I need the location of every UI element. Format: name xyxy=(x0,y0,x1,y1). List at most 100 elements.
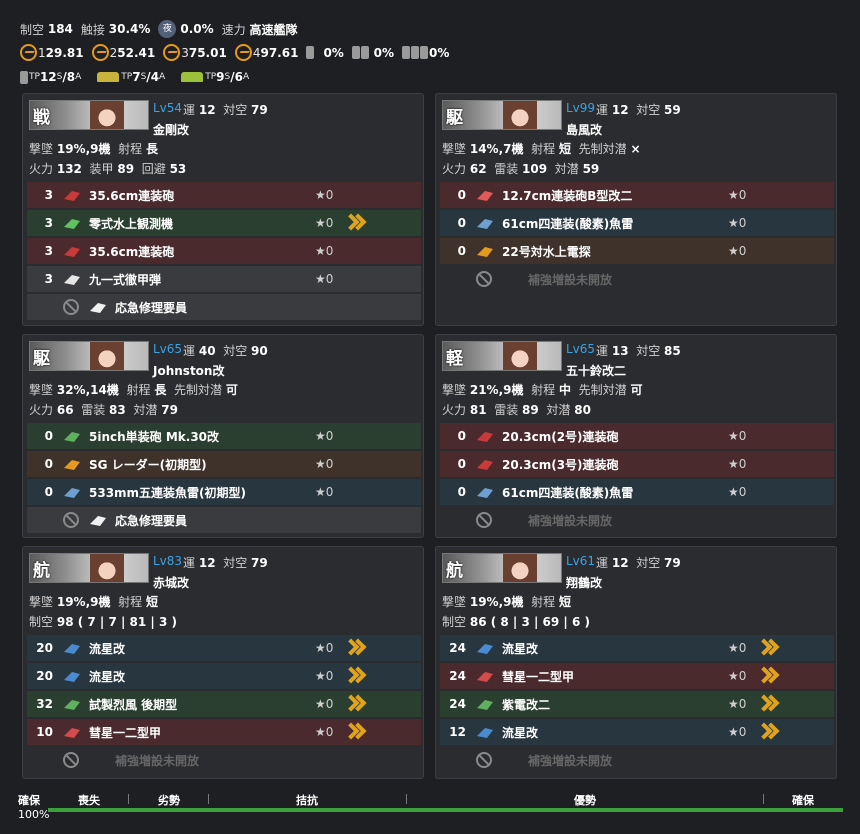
equipment-slot[interactable]: 3 35.6cm連装砲 ★0 xyxy=(27,238,421,264)
ship-banner[interactable]: 駆 xyxy=(29,341,149,371)
ship-portrait xyxy=(90,342,124,370)
ban-icon xyxy=(63,752,79,768)
equipment-name: 20.3cm(2号)連装砲 xyxy=(502,429,619,444)
repair-icon xyxy=(85,510,111,530)
los-icon xyxy=(91,44,109,61)
stat-label: 撃墜 xyxy=(442,595,467,609)
luck-label: 運 xyxy=(183,344,196,358)
stat-label: 装甲 xyxy=(89,162,114,176)
fighter-icon xyxy=(472,694,498,714)
equipment-name: 流星改 xyxy=(89,669,126,684)
equipment-slot[interactable]: 0 61cm四連装(酸素)魚雷 ★0 xyxy=(440,479,834,505)
equipment-slot[interactable]: 24 流星改 ★0 xyxy=(440,635,834,661)
equipment-name: SG レーダー(初期型) xyxy=(89,457,207,472)
equipment-slot[interactable]: 応急修理要員 xyxy=(27,294,421,320)
stat-label: 回避 xyxy=(141,162,166,176)
equipment-name: 補強増設未開放 xyxy=(528,513,613,528)
equipment-slot[interactable]: 3 35.6cm連装砲 ★0 xyxy=(27,182,421,208)
stat-label: 対潜 xyxy=(554,162,579,176)
improvement-star: ★0 xyxy=(315,216,334,230)
torpedo-icon xyxy=(472,213,498,233)
ship-level: Lv65 xyxy=(566,342,596,356)
ship-banner[interactable]: 駆 xyxy=(442,100,562,130)
equipment-slot[interactable]: 0 22号対水上電探 ★0 xyxy=(440,238,834,264)
slot-count: 3 xyxy=(44,272,53,286)
equipment-slot[interactable]: 0 533mm五連装魚雷(初期型) ★0 xyxy=(27,479,421,505)
equipment-slot[interactable]: 20 流星改 ★0 xyxy=(27,663,421,689)
equipment-slot[interactable]: 24 彗星一二型甲 ★0 xyxy=(440,663,834,689)
aa-label: 対空 xyxy=(223,103,248,117)
equipment-slot[interactable]: 12 流星改 ★0 xyxy=(440,719,834,745)
equipment-slot[interactable]: 補強増設未開放 xyxy=(440,747,834,773)
ship-level: Lv61 xyxy=(566,554,596,568)
drum-icon xyxy=(411,46,420,59)
aa-value: 79 xyxy=(251,556,268,570)
ship-name: 赤城改 xyxy=(153,576,190,590)
tp2-s: 7 xyxy=(132,70,141,84)
improvement-star: ★0 xyxy=(315,429,334,443)
equipment-slot[interactable]: 24 紫電改二 ★0 xyxy=(440,691,834,717)
ship-class-badge: 航 xyxy=(33,561,50,581)
ship-class-badge: 駆 xyxy=(33,349,50,369)
equipment-slot[interactable]: 32 試製烈風 後期型 ★0 xyxy=(27,691,421,717)
equipment-slot[interactable]: 3 零式水上観測機 ★0 xyxy=(27,210,421,236)
equipment-slot[interactable]: 3 九一式徹甲弾 ★0 xyxy=(27,266,421,292)
improvement-star: ★0 xyxy=(315,188,334,202)
ban-icon xyxy=(63,512,79,528)
improvement-star: ★0 xyxy=(728,669,747,683)
stat-label: 雷装 xyxy=(494,403,519,417)
ship-stat-line-2: 撃墜 32%,14機 射程 長 先制対潜 可 xyxy=(29,381,245,398)
slot-count: 24 xyxy=(449,669,466,683)
main-gun-icon xyxy=(59,185,85,205)
equipment-slot[interactable]: 補強増設未開放 xyxy=(27,747,421,773)
aa-label: 対空 xyxy=(223,344,248,358)
equipment-slot[interactable]: 0 12.7cm連装砲B型改二 ★0 xyxy=(440,182,834,208)
stat-value: 80 xyxy=(574,403,591,417)
equipment-slot[interactable]: 0 5inch単装砲 Mk.30改 ★0 xyxy=(27,423,421,449)
equipment-name: 5inch単装砲 Mk.30改 xyxy=(89,429,220,444)
stat-value: 可 xyxy=(630,383,643,397)
small-gun-icon xyxy=(472,185,498,205)
stat-value: 19%,9機 xyxy=(56,595,111,609)
ship-banner[interactable]: 航 xyxy=(442,553,562,583)
ship-banner[interactable]: 航 xyxy=(29,553,149,583)
aa-label: 対空 xyxy=(636,556,661,570)
stat-label: 射程 xyxy=(531,595,556,609)
equipment-name: 補強増設未開放 xyxy=(528,753,613,768)
ship-card: 駆 Lv99 運 12 対空 59 島風改 撃墜 14%,7機 射程 短 先制対潜 × … xyxy=(435,93,837,326)
ship-banner[interactable]: 戦 xyxy=(29,100,149,130)
equipment-slot[interactable]: 補強増設未開放 xyxy=(440,266,834,292)
ship-class-badge: 駆 xyxy=(446,108,463,128)
main-gun-icon xyxy=(59,241,85,261)
equipment-name: 533mm五連装魚雷(初期型) xyxy=(89,485,247,500)
equipment-name: 35.6cm連装砲 xyxy=(89,188,175,203)
equipment-slot[interactable]: 0 20.3cm(2号)連装砲 ★0 xyxy=(440,423,834,449)
aa-value: 79 xyxy=(251,103,268,117)
stat-label: 先制対潜 xyxy=(578,142,627,156)
equipment-slot[interactable]: 10 彗星一二型甲 ★0 xyxy=(27,719,421,745)
ship-level: Lv83 xyxy=(153,554,183,568)
luck-label: 運 xyxy=(183,556,196,570)
equipment-slot[interactable]: 0 SG レーダー(初期型) ★0 xyxy=(27,451,421,477)
torpedo-icon xyxy=(472,482,498,502)
ship-banner[interactable]: 軽 xyxy=(442,341,562,371)
improvement-star: ★0 xyxy=(728,429,747,443)
ship-card: 航 Lv61 運 12 対空 79 翔鶴改 撃墜 19%,9機 射程 短 制空 86 (… xyxy=(435,546,837,779)
equipment-slot[interactable]: 0 61cm四連装(酸素)魚雷 ★0 xyxy=(440,210,834,236)
equipment-slot[interactable]: 補強増設未開放 xyxy=(440,507,834,533)
air-superiority-track xyxy=(48,808,843,812)
slot-count: 0 xyxy=(457,457,466,471)
stat-value: 短 xyxy=(558,595,571,609)
header-row-2: 1 29.81 2 52.41 3 75.01 4 97.61 0% 0% 0% xyxy=(20,44,449,61)
equipment-name: 九一式徹甲弾 xyxy=(89,272,162,287)
equipment-name: 35.6cm連装砲 xyxy=(89,244,175,259)
fighter-icon xyxy=(59,694,85,714)
aa-value: 85 xyxy=(664,344,681,358)
equipment-slot[interactable]: 0 20.3cm(3号)連装砲 ★0 xyxy=(440,451,834,477)
improvement-star: ★0 xyxy=(315,641,334,655)
aa-value: 79 xyxy=(664,556,681,570)
equipment-slot[interactable]: 20 流星改 ★0 xyxy=(27,635,421,661)
equipment-slot[interactable]: 応急修理要員 xyxy=(27,507,421,533)
improvement-star: ★0 xyxy=(728,216,747,230)
improvement-star: ★0 xyxy=(728,641,747,655)
